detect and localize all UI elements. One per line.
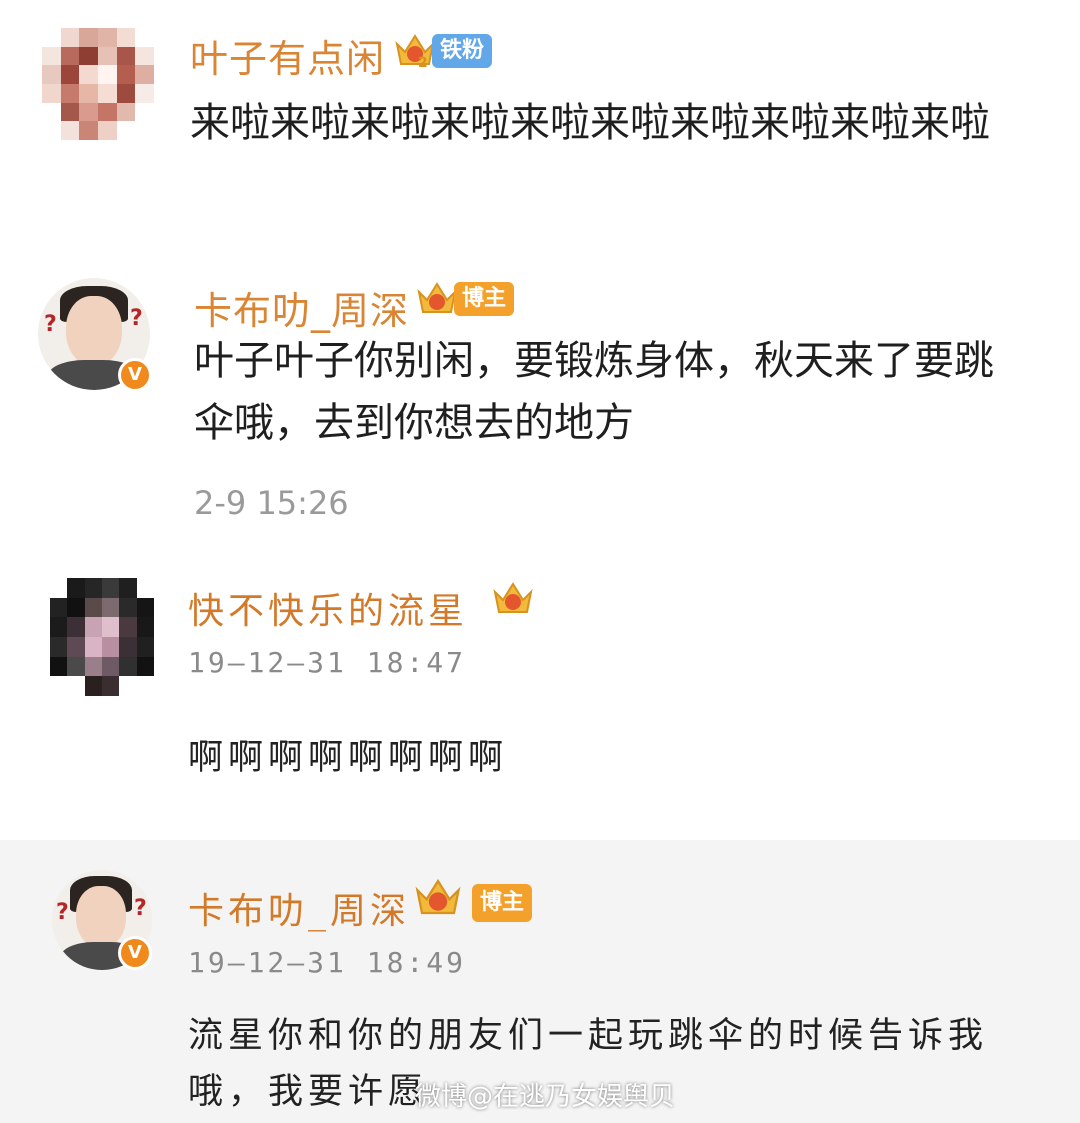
watermark: 微博@在逃乃女娱舆贝 xyxy=(415,1082,676,1112)
crown-icon xyxy=(417,282,457,313)
avatar[interactable] xyxy=(42,28,154,140)
crown-icon xyxy=(415,878,461,915)
timestamp: 19—12—31 18:47 xyxy=(188,646,467,679)
crown-level: 2 xyxy=(418,55,428,71)
username[interactable]: 快不快乐的流星 xyxy=(188,582,468,634)
comment-text: 叶子叶子你别闲，要锻炼身体，秋天来了要跳伞哦，去到你想去的地方 xyxy=(194,338,994,446)
verified-icon: V xyxy=(118,936,152,970)
verified-icon: V xyxy=(118,358,152,392)
crown-icon xyxy=(493,582,533,613)
username[interactable]: 卡布叻_周深 xyxy=(188,882,410,934)
timestamp: 2-9 15:26 xyxy=(194,484,349,522)
comment-text: 来啦来啦来啦来啦来啦来啦来啦来啦来啦来啦 xyxy=(190,100,990,146)
blogger-badge: 博主 xyxy=(472,884,533,922)
fan-badge: 铁粉 xyxy=(432,34,493,68)
comment-item: 叶子有点闲 2 铁粉 来啦来啦来啦来啦来啦来啦来啦来啦来啦来啦 xyxy=(0,0,1080,240)
comment-item: ? ? V 卡布叻_周深 博主 叶子叶子你别闲，要锻炼身体，秋天来了要跳伞哦，去… xyxy=(0,240,1080,540)
crown-icon xyxy=(395,34,435,65)
timestamp: 19—12—31 18:49 xyxy=(188,946,467,979)
username[interactable]: 叶子有点闲 xyxy=(190,28,385,83)
comment-item: 快不快乐的流星 19—12—31 18:47 啊啊啊啊啊啊啊啊 xyxy=(0,540,1080,840)
blogger-badge: 博主 xyxy=(454,282,515,316)
username[interactable]: 卡布叻_周深 xyxy=(194,280,409,335)
comment-text: 啊啊啊啊啊啊啊啊 xyxy=(188,738,509,778)
avatar[interactable] xyxy=(50,578,154,696)
